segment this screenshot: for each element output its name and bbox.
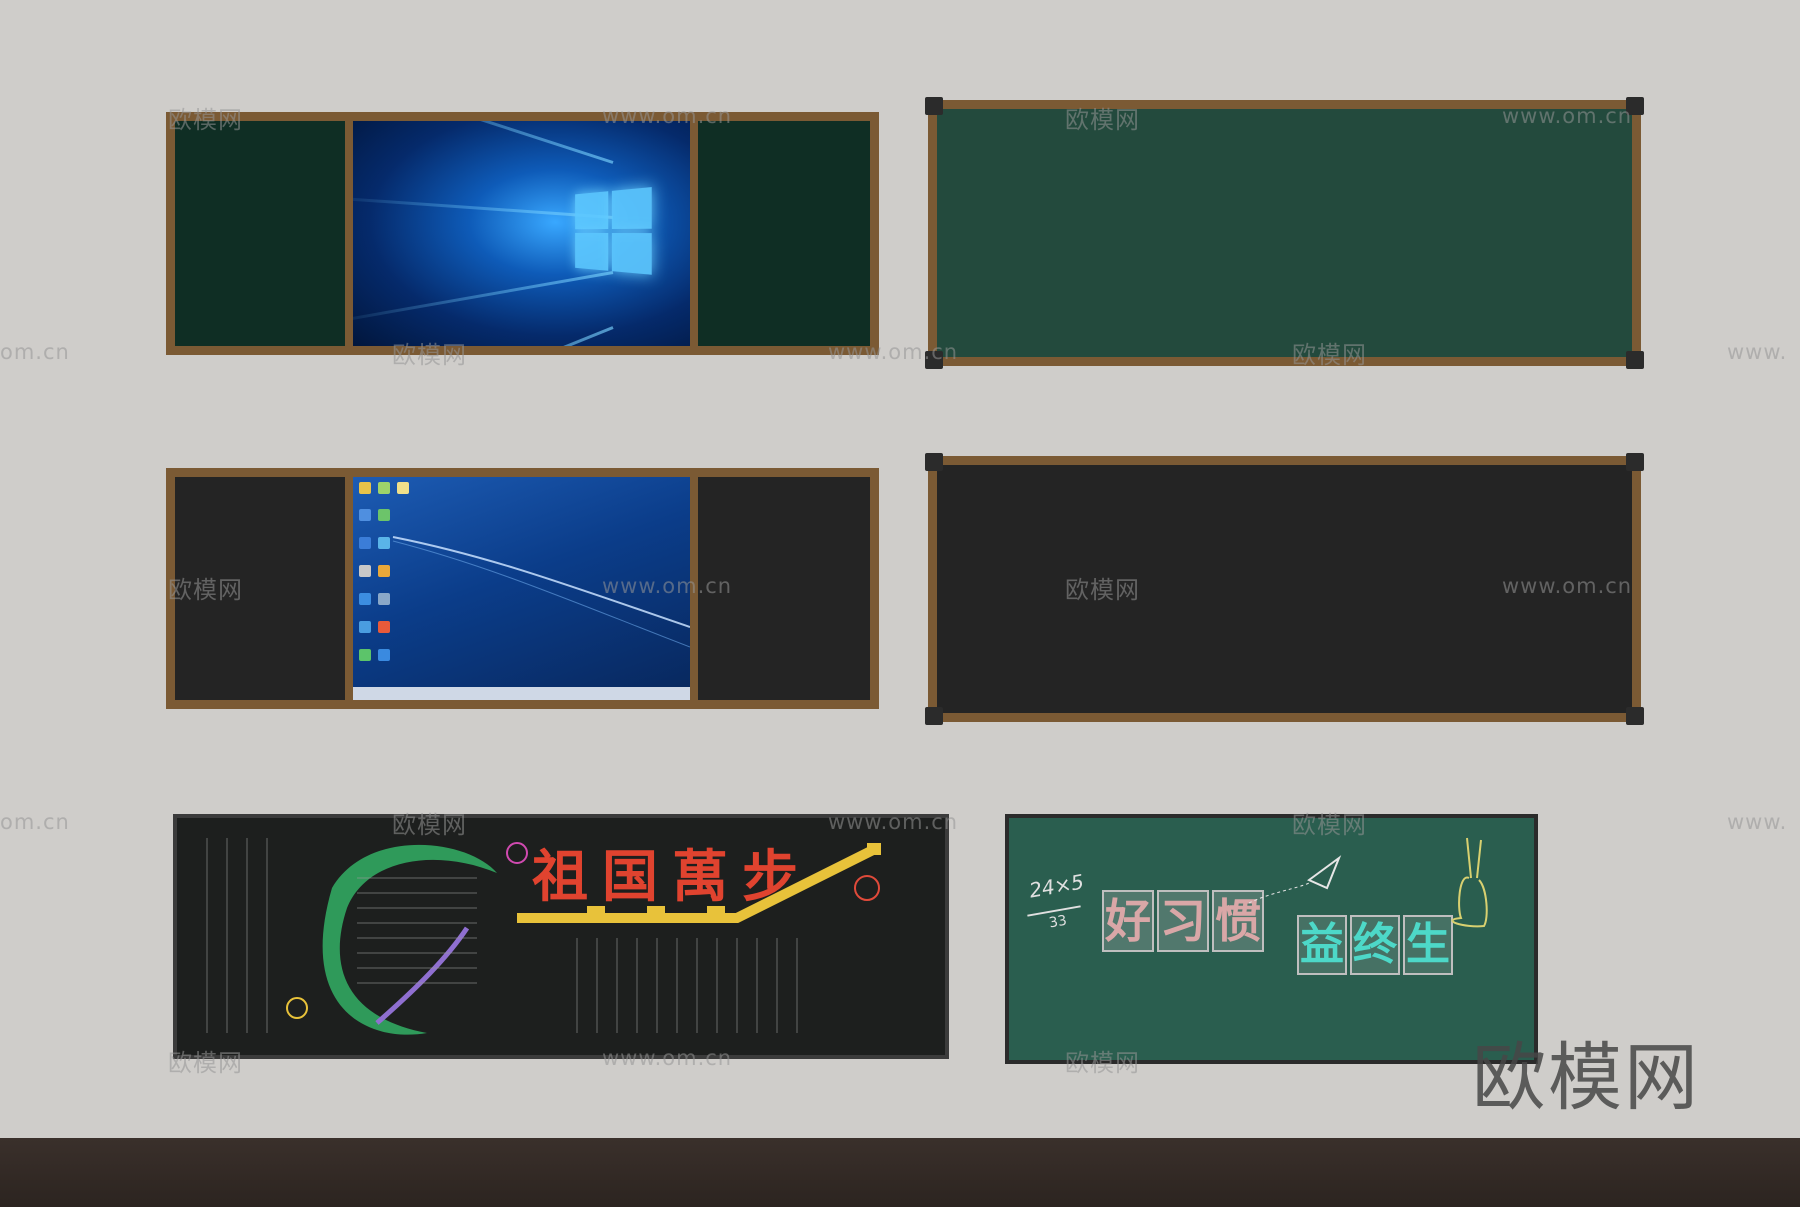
frame-corner: [1626, 453, 1644, 471]
watermark-brand: 欧模网: [168, 576, 243, 604]
watermark-brand: 欧模网: [1065, 106, 1140, 134]
formula-top: 24×5: [1027, 869, 1086, 903]
watermark-url: www.om.cn: [828, 810, 959, 834]
words-lifelong-benefit: 益终生: [1297, 915, 1453, 975]
frame-corner: [925, 453, 943, 471]
words-good-habit: 好习惯: [1102, 890, 1264, 952]
word-char: 好: [1102, 890, 1154, 952]
desktop-icon[interactable]: [378, 537, 390, 549]
divider: [345, 121, 353, 346]
watermark-brand: 欧模网: [392, 811, 467, 839]
watermark-brand: 欧模网: [168, 1049, 243, 1077]
watermark-brand: 欧模网: [392, 341, 467, 369]
watermark-url: www.om.cn: [602, 1046, 733, 1070]
frame-corner: [925, 707, 943, 725]
watermark-url: www.om.cn: [1502, 574, 1633, 598]
desktop-icon[interactable]: [359, 593, 371, 605]
desktop-icon[interactable]: [397, 482, 409, 494]
word-char: 惯: [1212, 890, 1264, 952]
sliding-board-win10: [166, 112, 879, 355]
desktop-icon[interactable]: [378, 482, 390, 494]
word-char: 习: [1157, 890, 1209, 952]
desktop-icon[interactable]: [359, 509, 371, 521]
desktop-icon[interactable]: [359, 565, 371, 577]
watermark-brand: 欧模网: [1065, 1049, 1140, 1077]
floor: [0, 1138, 1800, 1207]
frame-corner: [1626, 351, 1644, 369]
right-green-panel: [698, 121, 870, 346]
desktop-icon[interactable]: [359, 649, 371, 661]
watermark-url: www.om.cn: [602, 574, 733, 598]
windows-logo-icon: [575, 187, 653, 277]
board-title: 祖国萬步: [532, 844, 812, 910]
watermark-url: www.: [1727, 810, 1788, 834]
paper-plane-icon: [1307, 855, 1342, 890]
formula-bottom: 33: [1047, 912, 1069, 932]
watermark-brand: 欧模网: [1292, 811, 1367, 839]
desktop-icon[interactable]: [378, 621, 390, 633]
watermark-url: om.cn: [0, 340, 70, 364]
bell-icon: [1451, 876, 1488, 928]
watermark-brand: 欧模网: [1065, 576, 1140, 604]
desktop-icon[interactable]: [359, 621, 371, 633]
watermark-url: www.om.cn: [828, 340, 959, 364]
green-chalkboard: [925, 97, 1644, 369]
watermark-url: www.om.cn: [1502, 104, 1633, 128]
frame-corner: [925, 97, 943, 115]
word-char: 生: [1403, 915, 1453, 975]
left-green-panel: [175, 121, 345, 346]
desktop-icon[interactable]: [359, 482, 371, 494]
watermark-url: om.cn: [0, 810, 70, 834]
divider: [345, 477, 353, 700]
watermark-brand: 欧模网: [168, 106, 243, 134]
desktop-icon[interactable]: [378, 565, 390, 577]
watermark-url: www.om.cn: [602, 104, 733, 128]
word-char: 益: [1297, 915, 1347, 975]
watermark-url: www.: [1727, 340, 1788, 364]
sliding-board-win7: [166, 468, 879, 709]
desktop-icon[interactable]: [378, 593, 390, 605]
divider: [690, 121, 698, 346]
taskbar[interactable]: [353, 687, 690, 700]
desktop-icon[interactable]: [359, 537, 371, 549]
frame-corner: [1626, 707, 1644, 725]
desktop-icon[interactable]: [378, 649, 390, 661]
patriotic-blackboard: 祖国萬步: [173, 814, 949, 1059]
chalk-doodles: [1248, 837, 1488, 928]
windows10-desktop-screen: [353, 121, 690, 346]
watermark-brand: 欧模网: [1292, 341, 1367, 369]
desktop-icon[interactable]: [378, 509, 390, 521]
word-char: 终: [1350, 915, 1400, 975]
brand-logo: 欧模网: [1472, 1035, 1700, 1121]
habit-chalkboard: 24×5 33 好习惯 益终生: [1005, 814, 1538, 1064]
